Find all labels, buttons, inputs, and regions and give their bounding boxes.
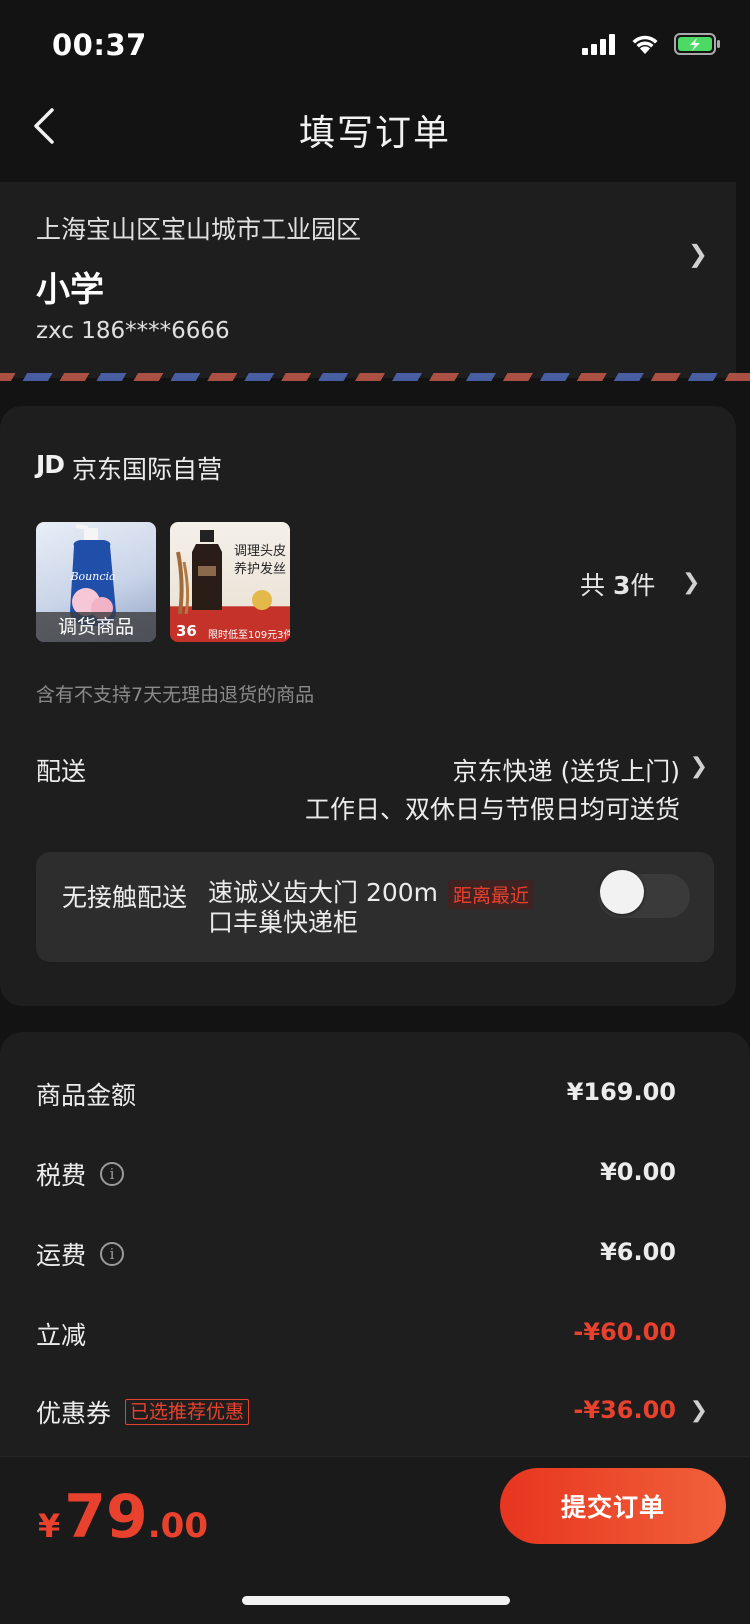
jd-logo: JD (36, 450, 65, 479)
total-decimal: .00 (147, 1506, 208, 1546)
locker-address: 速诚义齿大门 200m 口丰巢快递柜 (208, 878, 448, 938)
info-icon[interactable]: i (100, 1242, 125, 1266)
chevron-right-icon[interactable]: ❯ (688, 240, 708, 268)
info-icon[interactable]: i (100, 1162, 125, 1186)
item-count[interactable]: 共 3件 (580, 566, 655, 602)
submit-order-button[interactable]: 提交订单 (500, 1468, 726, 1544)
delivery-label: 配送 (36, 757, 87, 786)
product-promo-line2: 养护发丝 (234, 562, 287, 577)
discount-value: -¥60.00 (573, 1318, 676, 1346)
battery-charging-icon (674, 33, 720, 55)
product-thumbnail[interactable]: 调理头皮 养护发丝 36 限时低至109元3件 (170, 522, 290, 642)
product-thumbnail[interactable]: Bouncia 调货商品 (36, 522, 156, 642)
wifi-icon (632, 35, 658, 54)
tax-text: 税费 (36, 1161, 87, 1190)
total-price: ¥ 79 .00 (38, 1482, 208, 1552)
total-currency: ¥ (38, 1507, 61, 1545)
coupon-value[interactable]: -¥36.00 (573, 1396, 676, 1424)
contactless-label: 无接触配送 (62, 883, 188, 912)
chevron-right-icon[interactable]: ❯ (682, 570, 700, 595)
cellular-signal-icon (582, 34, 615, 55)
toggle-knob[interactable] (600, 870, 644, 914)
store-name: 京东国际自营 (72, 455, 223, 484)
total-integer: 79 (64, 1482, 148, 1552)
shipping-text: 运费 (36, 1241, 87, 1270)
delivery-method[interactable]: 京东快递 (送货上门) (453, 752, 680, 788)
return-policy-note: 含有不支持7天无理由退货的商品 (36, 684, 315, 706)
address-detail: 小学 (36, 270, 104, 310)
product-promo-line1: 调理头皮 (234, 544, 287, 559)
goods-amount-text: 商品金额 (36, 1081, 137, 1110)
locker-address-line2: 口丰巢快递柜 (208, 908, 359, 937)
coupon-text: 优惠券 (36, 1399, 112, 1428)
tax-value: ¥0.00 (600, 1158, 676, 1186)
product-transfer-tag: 调货商品 (36, 612, 156, 642)
address-contact: zxc 186****6666 (36, 318, 230, 344)
svg-text:Bouncia: Bouncia (69, 570, 115, 583)
item-count-suffix: 件 (630, 571, 656, 600)
coupon-selected-tag: 已选推荐优惠 (125, 1399, 250, 1425)
status-time: 00:37 (52, 28, 147, 62)
nearest-badge: 距离最近 (448, 880, 535, 909)
address-region: 上海宝山区宝山城市工业园区 (36, 215, 362, 244)
discount-text: 立减 (36, 1321, 87, 1350)
home-indicator (242, 1596, 510, 1605)
product-promo-banner: 限时低至109元3件 (208, 630, 290, 641)
discount-label: 立减 (36, 1316, 86, 1352)
coupon-row[interactable]: 优惠券 已选推荐优惠 (36, 1394, 250, 1430)
item-count-number: 3 (612, 571, 631, 600)
shipping-value: ¥6.00 (600, 1238, 676, 1266)
item-count-prefix: 共 (580, 571, 606, 600)
shipping-label: 运费 i (36, 1236, 125, 1272)
product-price-tag: 36 (176, 622, 197, 640)
tax-label: 税费 i (36, 1156, 125, 1192)
delivery-time: 工作日、双休日与节假日均可送货 (304, 795, 680, 824)
locker-address-line1: 速诚义齿大门 200m (208, 878, 439, 907)
goods-amount-label: 商品金额 (36, 1076, 136, 1112)
airmail-stripe-divider (0, 373, 750, 381)
goods-amount-value: ¥169.00 (566, 1078, 676, 1106)
chevron-right-icon[interactable]: ❯ (690, 754, 708, 779)
chevron-right-icon[interactable]: ❯ (690, 1398, 708, 1423)
page-title: 填写订单 (298, 113, 451, 154)
status-icons (582, 32, 722, 56)
